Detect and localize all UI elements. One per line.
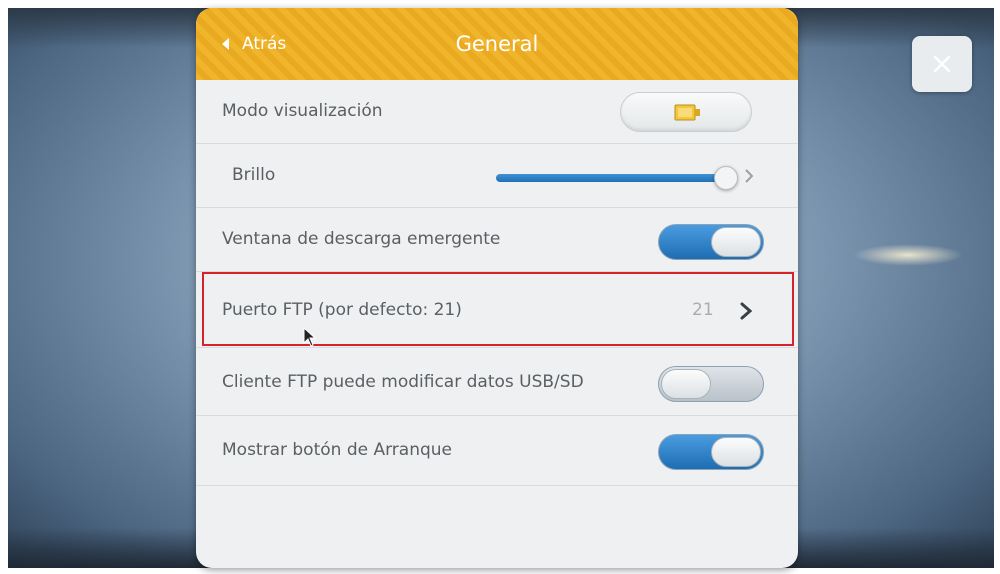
show-start-button-toggle[interactable] [658,434,764,470]
row-display-mode: Modo visualización [196,80,798,144]
download-popup-toggle[interactable] [658,224,764,260]
ftp-port-value: 21 [692,300,714,320]
title-bar: Atrás General [196,8,798,80]
row-show-start-button: Mostrar botón de Arranque [196,416,798,486]
close-icon [933,55,951,73]
row-label: Puerto FTP (por defecto: 21) [222,300,462,320]
brightness-slider-track[interactable] [496,174,722,182]
settings-panel: Atrás General Modo visualización Brillo … [196,8,798,568]
row-label: Cliente FTP puede modificar datos USB/SD [222,372,584,392]
chevron-right-icon [740,302,752,320]
row-label: Brillo [232,165,276,185]
brightness-slider-thumb[interactable] [714,166,738,190]
display-mode-button[interactable] [620,92,752,132]
toggle-knob [661,369,711,399]
row-ftp-port[interactable]: Puerto FTP (por defecto: 21) 21 [196,272,798,348]
row-brightness: Brillo [196,144,798,208]
toggle-knob [711,227,761,257]
screen-glare [853,244,963,266]
brightness-increase-icon[interactable] [745,169,753,183]
row-ftp-client-modify: Cliente FTP puede modificar datos USB/SD [196,348,798,416]
row-label: Mostrar botón de Arranque [222,440,453,460]
mouse-cursor-icon [303,327,317,347]
toggle-knob [711,437,761,467]
page-title: General [455,32,539,56]
row-label: Ventana de descarga emergente [222,229,501,249]
row-label: Modo visualización [222,101,383,121]
ftp-client-modify-toggle[interactable] [658,366,764,402]
row-download-popup: Ventana de descarga emergente [196,208,798,272]
close-button[interactable] [912,36,972,92]
display-mode-icon [674,104,700,121]
